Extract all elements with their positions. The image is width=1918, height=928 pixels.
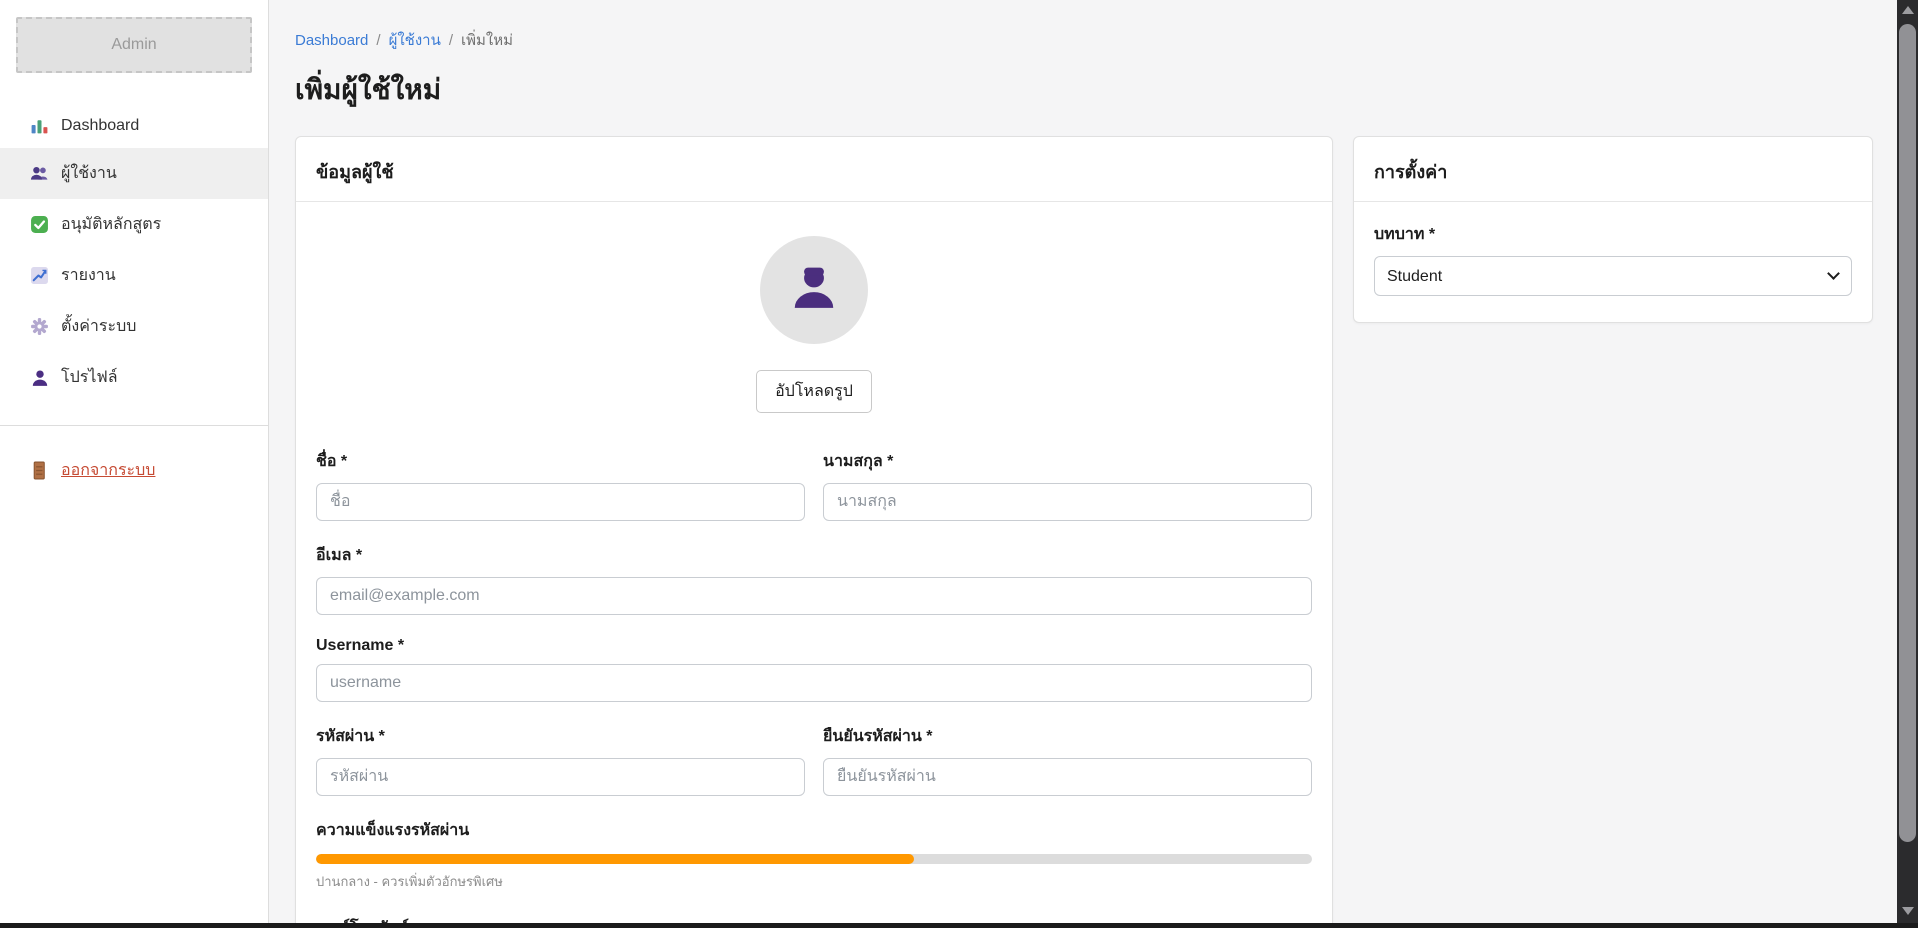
vertical-scrollbar[interactable] bbox=[1897, 0, 1918, 923]
breadcrumb-separator: / bbox=[376, 32, 380, 49]
person-icon bbox=[30, 368, 49, 387]
password-strength-fill bbox=[316, 854, 914, 864]
logo-text: Admin bbox=[111, 36, 156, 54]
sidebar-item-dashboard[interactable]: Dashboard bbox=[0, 103, 268, 148]
email-group: อีเมล * bbox=[316, 543, 1312, 615]
sidebar-item-users[interactable]: ผู้ใช้งาน bbox=[0, 148, 268, 199]
sidebar-item-label: ตั้งค่าระบบ bbox=[61, 314, 136, 339]
cards-row: ข้อมูลผู้ใช้ อัปโหลด bbox=[295, 136, 1873, 928]
username-label: Username * bbox=[316, 637, 1312, 655]
check-icon bbox=[30, 215, 49, 234]
sidebar-item-label: Dashboard bbox=[61, 117, 139, 135]
breadcrumb-current: เพิ่มใหม่ bbox=[461, 28, 513, 52]
sidebar-item-label: รายงาน bbox=[61, 263, 116, 288]
avatar-person-icon bbox=[786, 260, 842, 321]
password-strength-label: ความแข็งแรงรหัสผ่าน bbox=[316, 818, 1312, 843]
sidebar-item-profile[interactable]: โปรไฟล์ bbox=[0, 352, 268, 403]
admin-app: Admin Dashboard bbox=[0, 0, 1918, 928]
email-label: อีเมล * bbox=[316, 543, 1312, 568]
bar-chart-icon bbox=[30, 116, 49, 135]
password-label: รหัสผ่าน * bbox=[316, 724, 805, 749]
password-input[interactable] bbox=[316, 758, 805, 796]
window-bottom-edge bbox=[0, 923, 1918, 928]
first-name-label: ชื่อ * bbox=[316, 449, 805, 474]
breadcrumb: Dashboard / ผู้ใช้งาน / เพิ่มใหม่ bbox=[295, 28, 1873, 52]
role-select[interactable]: Student bbox=[1374, 256, 1852, 296]
first-name-group: ชื่อ * bbox=[316, 449, 805, 521]
username-group: Username * bbox=[316, 637, 1312, 702]
password-strength-hint: ปานกลาง - ควรเพิ่มตัวอักษรพิเศษ bbox=[316, 871, 1312, 892]
avatar-section: อัปโหลดรูป bbox=[316, 236, 1312, 413]
sidebar-item-label: โปรไฟล์ bbox=[61, 365, 118, 390]
first-name-input[interactable] bbox=[316, 483, 805, 521]
line-chart-icon bbox=[30, 266, 49, 285]
last-name-group: นามสกุล * bbox=[823, 449, 1312, 521]
last-name-label: นามสกุล * bbox=[823, 449, 1312, 474]
sidebar-divider bbox=[0, 425, 268, 426]
settings-card: การตั้งค่า บทบาท * Student bbox=[1353, 136, 1873, 323]
upload-photo-button[interactable]: อัปโหลดรูป bbox=[756, 370, 872, 413]
scrollbar-thumb[interactable] bbox=[1899, 24, 1916, 842]
user-form: ชื่อ * นามสกุล * อีเมล * bbox=[316, 449, 1312, 928]
confirm-password-group: ยืนยันรหัสผ่าน * bbox=[823, 724, 1312, 796]
sidebar-item-reports[interactable]: รายงาน bbox=[0, 250, 268, 301]
breadcrumb-separator: / bbox=[449, 32, 453, 49]
sidebar-item-label: ผู้ใช้งาน bbox=[61, 161, 117, 186]
logout-link[interactable]: ออกจากระบบ bbox=[0, 452, 268, 489]
main-content: Dashboard / ผู้ใช้งาน / เพิ่มใหม่ เพิ่มผ… bbox=[269, 0, 1918, 928]
last-name-input[interactable] bbox=[823, 483, 1312, 521]
gear-icon bbox=[30, 317, 49, 336]
username-input[interactable] bbox=[316, 664, 1312, 702]
user-info-card: ข้อมูลผู้ใช้ อัปโหลด bbox=[295, 136, 1333, 928]
sidebar-item-course-approval[interactable]: อนุมัติหลักสูตร bbox=[0, 199, 268, 250]
logout-label: ออกจากระบบ bbox=[61, 458, 155, 483]
password-strength-track bbox=[316, 854, 1312, 864]
password-strength-group: ความแข็งแรงรหัสผ่าน ปานกลาง - ควรเพิ่มตั… bbox=[316, 818, 1312, 892]
email-input[interactable] bbox=[316, 577, 1312, 615]
door-icon bbox=[30, 461, 49, 480]
sidebar-nav: Dashboard ผู้ใช้งาน bbox=[0, 103, 268, 403]
scrollbar-up-arrow-icon[interactable] bbox=[1897, 0, 1918, 20]
avatar bbox=[760, 236, 868, 344]
breadcrumb-users[interactable]: ผู้ใช้งาน bbox=[389, 28, 441, 52]
role-label: บทบาท * bbox=[1374, 222, 1852, 247]
settings-card-title: การตั้งค่า bbox=[1354, 137, 1872, 202]
page-title: เพิ่มผู้ใช้ใหม่ bbox=[295, 68, 1873, 112]
password-group: รหัสผ่าน * bbox=[316, 724, 805, 796]
users-icon bbox=[30, 164, 49, 183]
confirm-password-label: ยืนยันรหัสผ่าน * bbox=[823, 724, 1312, 749]
sidebar: Admin Dashboard bbox=[0, 0, 269, 928]
breadcrumb-dashboard[interactable]: Dashboard bbox=[295, 32, 368, 49]
confirm-password-input[interactable] bbox=[823, 758, 1312, 796]
sidebar-item-label: อนุมัติหลักสูตร bbox=[61, 212, 161, 237]
logo-placeholder: Admin bbox=[16, 17, 252, 73]
role-group: บทบาท * Student bbox=[1374, 222, 1852, 296]
user-info-card-title: ข้อมูลผู้ใช้ bbox=[296, 137, 1332, 202]
sidebar-item-system-settings[interactable]: ตั้งค่าระบบ bbox=[0, 301, 268, 352]
scrollbar-down-arrow-icon[interactable] bbox=[1897, 901, 1918, 921]
